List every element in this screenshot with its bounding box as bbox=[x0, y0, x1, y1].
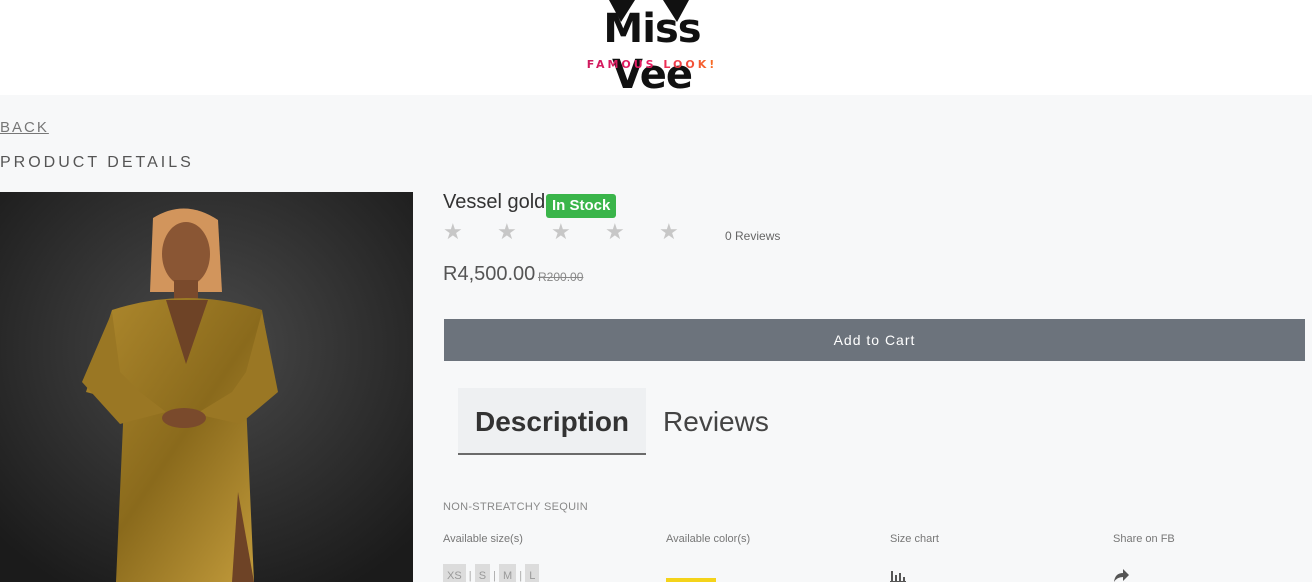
color-swatch-gold[interactable] bbox=[666, 578, 716, 582]
share-label[interactable]: Share on FB bbox=[1113, 533, 1175, 545]
page-title: PRODUCT DETAILS bbox=[0, 154, 194, 171]
old-price: R200.00 bbox=[538, 270, 584, 284]
site-header: Miss Vee FAMOUS LOOK! bbox=[0, 0, 1312, 98]
star-icon[interactable]: ★ bbox=[659, 221, 713, 243]
size-option-l[interactable]: L bbox=[525, 564, 540, 582]
colors-label: Available color(s) bbox=[666, 533, 751, 545]
rating-stars[interactable]: ★ ★ ★ ★ ★ bbox=[443, 221, 713, 243]
tab-reviews[interactable]: Reviews bbox=[646, 388, 786, 455]
product-page: BACK PRODUCT DETAILS Vessel gold In Stoc… bbox=[0, 95, 1312, 582]
star-icon[interactable]: ★ bbox=[551, 221, 605, 243]
product-name: Vessel gold bbox=[443, 191, 546, 213]
stock-badge: In Stock bbox=[546, 194, 617, 218]
size-options: XS | S | M | L bbox=[443, 564, 540, 582]
product-price: R4,500.00 bbox=[443, 263, 536, 285]
size-divider: | bbox=[519, 570, 523, 582]
add-to-cart-button[interactable]: Add to Cart bbox=[444, 319, 1305, 361]
size-divider: | bbox=[493, 570, 496, 582]
back-link[interactable]: BACK bbox=[0, 119, 49, 136]
size-option-m[interactable]: M bbox=[499, 564, 517, 582]
brand-name: Miss Vee bbox=[603, 6, 701, 98]
share-icon[interactable] bbox=[1113, 569, 1129, 582]
sizes-label: Available size(s) bbox=[443, 533, 523, 545]
review-count[interactable]: 0 Reviews bbox=[725, 229, 780, 243]
brand-logo[interactable]: Miss Vee FAMOUS LOOK! bbox=[557, 0, 747, 98]
model-photo-icon bbox=[0, 192, 413, 582]
star-icon[interactable]: ★ bbox=[605, 221, 659, 243]
brand-tagline: FAMOUS LOOK! bbox=[557, 58, 747, 71]
size-option-xs[interactable]: XS bbox=[443, 564, 466, 582]
tab-description[interactable]: Description bbox=[458, 388, 647, 455]
size-divider: | bbox=[468, 570, 472, 582]
star-icon[interactable]: ★ bbox=[497, 221, 551, 243]
star-icon[interactable]: ★ bbox=[443, 221, 497, 243]
chart-icon[interactable] bbox=[890, 569, 906, 582]
product-tabs: Description Reviews bbox=[458, 388, 786, 455]
size-option-s[interactable]: S bbox=[474, 564, 491, 582]
product-image[interactable] bbox=[0, 192, 413, 582]
size-chart-label[interactable]: Size chart bbox=[890, 533, 939, 545]
product-description: NON-STREATCHY SEQUIN bbox=[443, 501, 588, 513]
